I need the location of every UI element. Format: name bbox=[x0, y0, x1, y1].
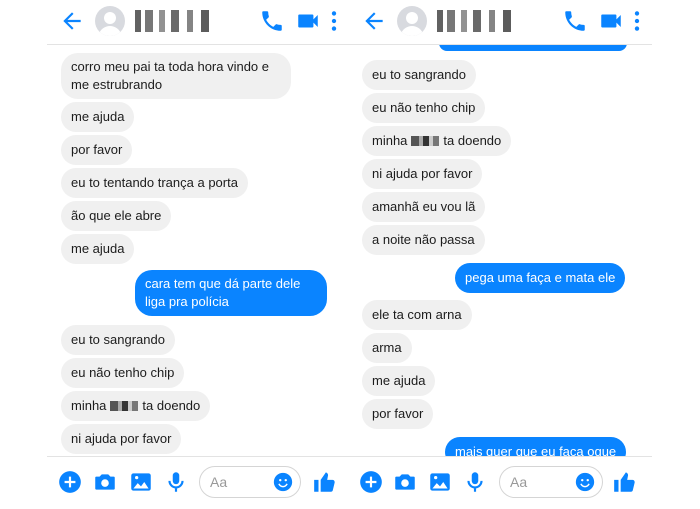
gallery-icon[interactable] bbox=[427, 469, 453, 495]
message-incoming: amanhã eu vou lã bbox=[362, 192, 486, 222]
message-incoming: por favor bbox=[61, 135, 133, 165]
message-input-placeholder: Aa bbox=[510, 474, 528, 490]
message-incoming: arma bbox=[362, 333, 412, 363]
composer-bar: Aa bbox=[349, 456, 652, 509]
phone-icon[interactable] bbox=[562, 8, 588, 34]
message-list: corro meu pai ta toda hora vindo e me es… bbox=[47, 45, 349, 456]
message-list: eu to sangrando eu não tenho chip minha t… bbox=[349, 45, 652, 456]
message-incoming: eu não tenho chip bbox=[61, 358, 185, 388]
more-options-icon[interactable] bbox=[624, 8, 650, 34]
message-incoming: eu to tentando trança a porta bbox=[61, 168, 248, 198]
plus-icon[interactable] bbox=[358, 469, 384, 495]
emoji-icon[interactable] bbox=[272, 471, 294, 493]
emoji-icon[interactable] bbox=[574, 471, 596, 493]
message-incoming: por favor bbox=[362, 399, 434, 429]
contact-name-redacted bbox=[135, 10, 217, 32]
like-thumb-icon[interactable] bbox=[612, 469, 638, 495]
phone-icon[interactable] bbox=[259, 8, 285, 34]
camera-icon[interactable] bbox=[92, 469, 118, 495]
avatar[interactable] bbox=[397, 6, 427, 36]
message-incoming: eu to sangrando bbox=[362, 60, 476, 90]
message-incoming: corro meu pai ta toda hora vindo e me es… bbox=[61, 53, 291, 99]
more-options-icon[interactable] bbox=[321, 8, 347, 34]
message-incoming: ni ajuda por favor bbox=[362, 159, 483, 189]
microphone-icon[interactable] bbox=[462, 469, 488, 495]
message-incoming: eu não tenho chip bbox=[362, 93, 486, 123]
message-input[interactable]: Aa bbox=[199, 466, 301, 498]
plus-icon[interactable] bbox=[57, 469, 83, 495]
message-outgoing-partial bbox=[439, 45, 627, 51]
redacted-word bbox=[110, 401, 139, 411]
message-outgoing: cara tem que dá parte dele liga pra polí… bbox=[135, 270, 327, 316]
back-arrow-icon[interactable] bbox=[59, 8, 85, 34]
microphone-icon[interactable] bbox=[163, 469, 189, 495]
chat-header bbox=[47, 0, 349, 45]
screenshot-composite: corro meu pai ta toda hora vindo e me es… bbox=[0, 0, 700, 509]
message-incoming: a noite não passa bbox=[362, 225, 485, 255]
back-arrow-icon[interactable] bbox=[361, 8, 387, 34]
message-incoming: ele ta com arna bbox=[362, 300, 472, 330]
message-incoming: minha ta doendo bbox=[362, 126, 512, 156]
camera-icon[interactable] bbox=[392, 469, 418, 495]
contact-name-redacted bbox=[437, 10, 519, 32]
message-incoming: ão que ele abre bbox=[61, 201, 172, 231]
message-incoming: me ajuda bbox=[61, 234, 135, 264]
chat-panel-right: eu to sangrando eu não tenho chip minha t… bbox=[349, 0, 652, 509]
chat-header bbox=[349, 0, 652, 45]
composer-bar: Aa bbox=[47, 456, 349, 509]
message-incoming: me ajuda bbox=[362, 366, 436, 396]
message-incoming: minha ta doendo bbox=[61, 391, 211, 421]
chat-panel-left: corro meu pai ta toda hora vindo e me es… bbox=[47, 0, 349, 509]
message-outgoing: mais quer que eu faça oque bbox=[445, 437, 627, 456]
video-call-icon[interactable] bbox=[598, 8, 624, 34]
like-thumb-icon[interactable] bbox=[312, 469, 338, 495]
video-call-icon[interactable] bbox=[295, 8, 321, 34]
message-incoming: me ajuda bbox=[61, 102, 135, 132]
message-input-placeholder: Aa bbox=[210, 474, 228, 490]
avatar[interactable] bbox=[95, 6, 125, 36]
redacted-word bbox=[411, 136, 440, 146]
message-input[interactable]: Aa bbox=[499, 466, 603, 498]
gallery-icon[interactable] bbox=[128, 469, 154, 495]
message-incoming: eu to sangrando bbox=[61, 325, 175, 355]
message-outgoing: pega uma faça e mata ele bbox=[455, 263, 626, 293]
message-incoming: ni ajuda por favor bbox=[61, 424, 182, 454]
